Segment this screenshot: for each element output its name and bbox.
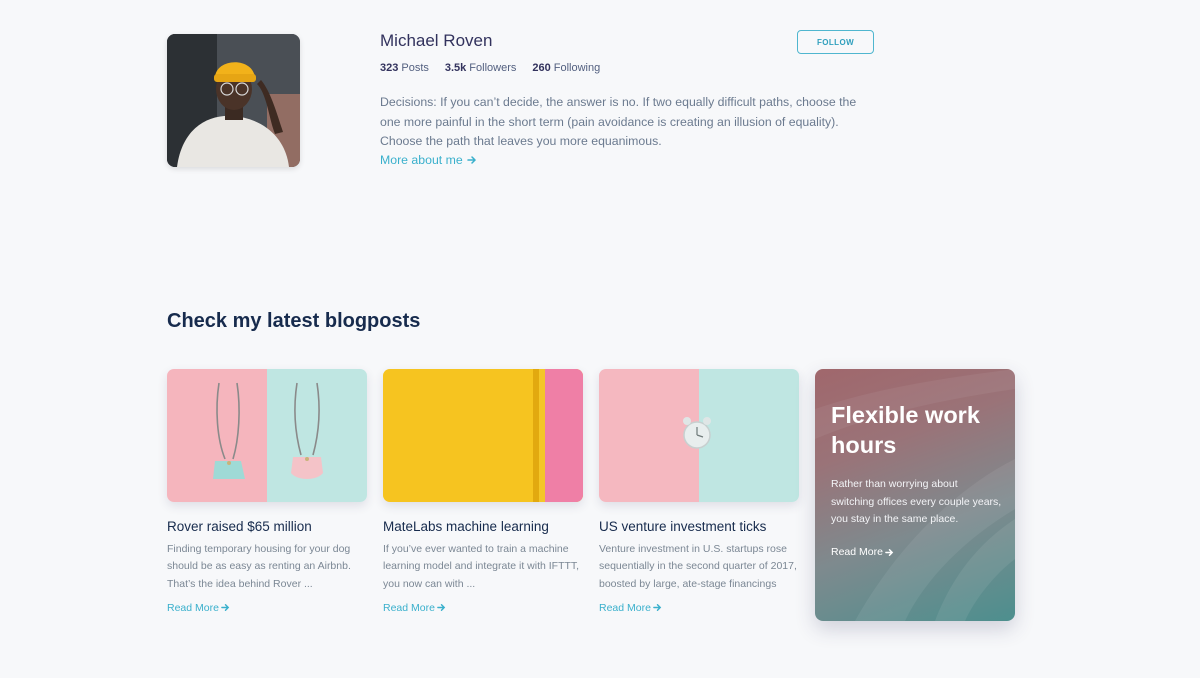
profile-name: Michael Roven	[380, 31, 493, 50]
arrow-right-icon	[885, 548, 894, 556]
feature-read-more-link[interactable]: Read More	[831, 546, 894, 558]
feature-text: Rather than worrying about switching off…	[831, 478, 1002, 525]
stat-following-label: Following	[553, 62, 601, 74]
profile-stats: 323 Posts 3.5k Followers 260 Following	[380, 62, 600, 74]
read-more-label: Read More	[167, 601, 219, 614]
read-more-label: Read More	[383, 601, 435, 614]
read-more-label: Read More	[831, 546, 883, 558]
stat-followers-value: 3.5k	[444, 62, 467, 74]
read-more-link[interactable]: Read More	[167, 602, 230, 614]
stat-following-value: 260	[532, 62, 551, 74]
more-about-me-link[interactable]: More about me	[380, 153, 477, 167]
blog-card-title[interactable]: Rover raised $65 million	[167, 519, 367, 534]
more-about-me-label: More about me	[380, 153, 463, 167]
profile-bio: Decisions: If you can’t decide, the answ…	[380, 95, 857, 148]
blog-card-excerpt: Venture investment in U.S. startups rose…	[599, 543, 797, 590]
read-more-link[interactable]: Read More	[599, 602, 662, 614]
yellow-paper-photo[interactable]	[383, 369, 583, 502]
feature-card[interactable]: Flexible work hours Rather than worrying…	[815, 369, 1015, 621]
stat-posts-value: 323	[380, 62, 399, 74]
profile-avatar	[167, 34, 300, 167]
blog-card-excerpt: Finding temporary housing for your dog s…	[167, 543, 351, 590]
arrow-right-icon	[437, 604, 446, 612]
blog-card: MateLabs machine learning If you’ve ever…	[383, 369, 583, 616]
stat-followers: 3.5k Followers	[445, 62, 517, 74]
arrow-right-icon	[466, 156, 476, 164]
read-more-link[interactable]: Read More	[383, 602, 446, 614]
stat-followers-label: Followers	[469, 62, 517, 74]
section-title: Check my latest blogposts	[167, 310, 421, 332]
handbags-photo[interactable]	[167, 369, 367, 502]
feature-title: Flexible work hours	[831, 402, 980, 458]
blog-card: Rover raised $65 million Finding tempora…	[167, 369, 367, 616]
stat-posts-label: Posts	[401, 62, 429, 74]
blog-card-title[interactable]: US venture investment ticks	[599, 519, 799, 534]
stat-posts: 323 Posts	[380, 62, 429, 74]
stat-following: 260 Following	[532, 62, 600, 74]
read-more-label: Read More	[599, 601, 651, 614]
blog-card-excerpt: If you’ve ever wanted to train a machine…	[383, 543, 580, 590]
blog-card-title[interactable]: MateLabs machine learning	[383, 519, 583, 534]
follow-button[interactable]: FOLLOW	[797, 30, 874, 54]
alarm-clock-photo[interactable]	[599, 369, 799, 502]
arrow-right-icon	[653, 604, 662, 612]
blog-card: US venture investment ticks Venture inve…	[599, 369, 799, 616]
arrow-right-icon	[221, 604, 230, 612]
